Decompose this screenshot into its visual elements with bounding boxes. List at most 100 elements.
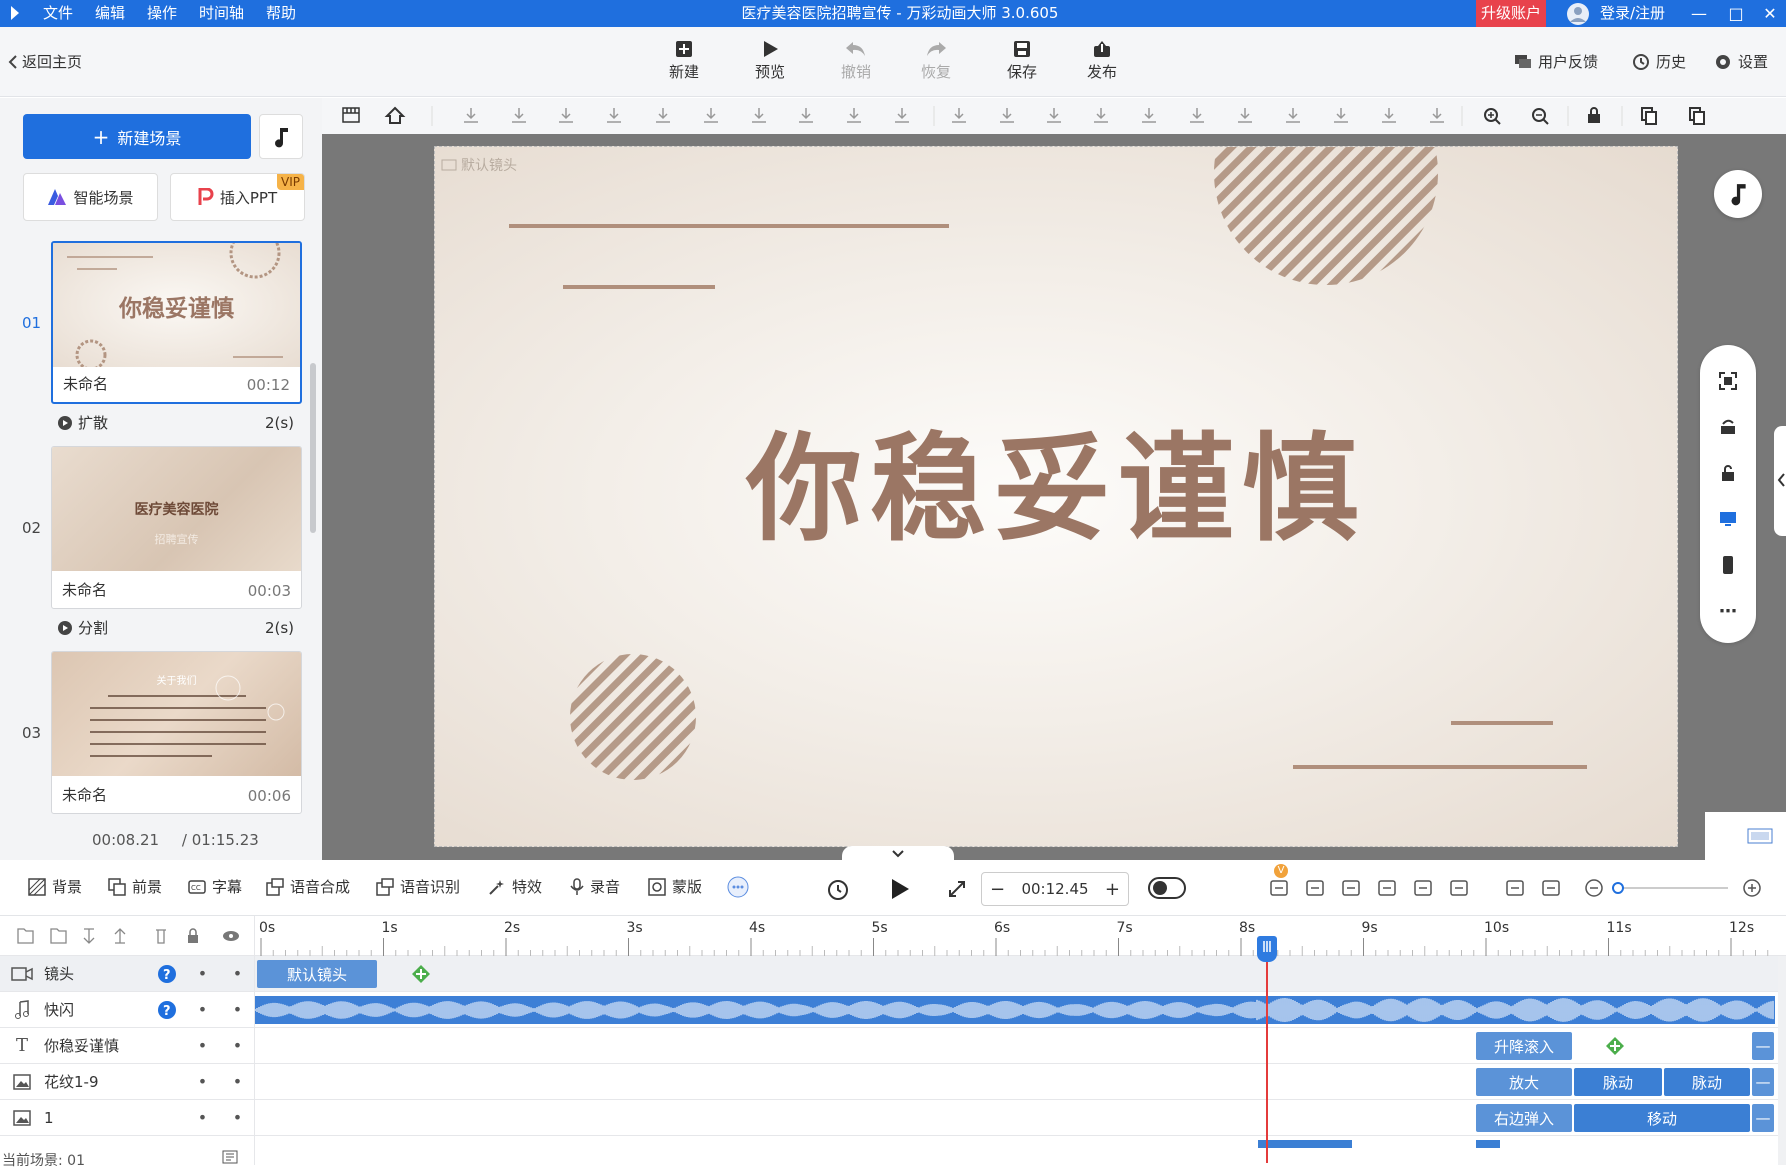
flip-vertical-icon[interactable] <box>704 108 718 123</box>
foreground-button[interactable]: 前景 <box>108 876 162 897</box>
close-icon[interactable]: ✕ <box>1755 0 1785 27</box>
move-down-icon[interactable] <box>83 928 99 944</box>
align-top-icon[interactable] <box>512 108 526 123</box>
lane-clip-partial[interactable] <box>1258 1140 1352 1148</box>
scene-stage[interactable]: 默认镜头 你稳妥谨慎 <box>434 146 1678 847</box>
playhead-handle[interactable] <box>1256 936 1277 962</box>
lane-music[interactable] <box>255 992 1786 1028</box>
timeline-toggle[interactable] <box>1148 877 1186 899</box>
lane-lens[interactable]: 默认镜头 <box>255 956 1786 992</box>
align-bottom-icon[interactable] <box>464 108 478 123</box>
plus-icon[interactable]: + <box>1105 879 1120 900</box>
upgrade-account-button[interactable]: 升级账户 <box>1476 0 1546 27</box>
add-keyframe-icon[interactable] <box>1605 1036 1625 1056</box>
back-home-button[interactable]: 返回主页 <box>8 51 82 72</box>
lock-toggle[interactable]: • <box>185 1036 220 1055</box>
visibility-toggle[interactable]: • <box>220 1072 255 1091</box>
login-register-link[interactable]: 登录/注册 <box>1600 0 1665 27</box>
rotate-icon[interactable] <box>799 108 813 123</box>
lock-toggle[interactable]: • <box>185 1072 220 1091</box>
split-icon[interactable] <box>1378 880 1396 896</box>
timeline-scrollbar[interactable] <box>1778 956 1786 1165</box>
insert-ppt-button[interactable]: 插入PPT VIP <box>170 173 305 221</box>
mobile-icon[interactable] <box>1716 553 1740 577</box>
distribute-left-icon[interactable] <box>1094 108 1108 123</box>
desktop-icon[interactable] <box>1716 507 1740 531</box>
ruler-icon[interactable] <box>342 107 360 123</box>
smart-scene-button[interactable]: 智能场景 <box>23 173 158 221</box>
stage-title-text[interactable]: 你稳妥谨慎 <box>435 395 1677 563</box>
lane-image-1[interactable]: 右边弹入 移动 — <box>255 1100 1786 1136</box>
feedback-button[interactable]: 用户反馈 <box>1514 51 1598 72</box>
minimize-icon[interactable]: — <box>1684 0 1714 27</box>
time-stepper[interactable]: − 00:12.45 + <box>981 872 1129 906</box>
trash-icon[interactable] <box>847 108 861 123</box>
fit-screen-icon[interactable] <box>1716 369 1740 393</box>
center-h-icon[interactable] <box>1286 108 1300 123</box>
bottom-align-icon[interactable] <box>1382 108 1396 123</box>
background-button[interactable]: 背景 <box>28 876 82 897</box>
paste-icon[interactable] <box>1689 107 1705 125</box>
zoom-out-icon[interactable] <box>1532 108 1549 125</box>
home-icon[interactable] <box>384 106 406 124</box>
lock-icon[interactable] <box>1716 461 1740 485</box>
middle-align-icon[interactable] <box>1430 108 1444 123</box>
track-music[interactable]: 快闪 ? • • <box>0 992 255 1028</box>
lane-pattern[interactable]: 放大 脉动 脉动 — <box>255 1064 1786 1100</box>
edit-icon[interactable] <box>1342 880 1360 896</box>
history-button[interactable]: 历史 <box>1632 51 1686 72</box>
time-stepper-value[interactable]: 00:12.45 <box>1021 880 1088 898</box>
add-keyframe-icon[interactable] <box>411 964 431 984</box>
menu-help[interactable]: 帮助 <box>266 0 296 27</box>
visibility-toggle[interactable]: • <box>220 964 255 983</box>
transition-row[interactable]: 扩散 2(s) <box>58 412 294 433</box>
settings-button[interactable]: 设置 <box>1714 51 1768 72</box>
zoom-slider-handle[interactable] <box>1612 882 1624 894</box>
page-icon[interactable] <box>222 1150 238 1164</box>
lock-toggle[interactable]: • <box>185 964 220 983</box>
effects-button[interactable]: 特效 <box>488 876 542 897</box>
transition-row[interactable]: 分割 2(s) <box>58 617 294 638</box>
right-panel-toggle[interactable] <box>1774 426 1786 536</box>
align-left-icon[interactable] <box>1190 108 1204 123</box>
expand-icon[interactable] <box>948 880 966 898</box>
lane-clip-partial[interactable] <box>1476 1140 1500 1148</box>
clip-pulse-2[interactable]: 脉动 <box>1664 1068 1750 1096</box>
new-button[interactable]: 新建 <box>654 37 714 82</box>
lock-toggle[interactable]: • <box>185 1000 220 1019</box>
top-align-icon[interactable] <box>1334 108 1348 123</box>
tts-button[interactable]: 语音合成 <box>266 876 350 897</box>
asr-button[interactable]: 语音识别 <box>376 876 460 897</box>
clip-rise-scroll-in[interactable]: 升降滚入 <box>1476 1032 1572 1060</box>
record-button[interactable]: 录音 <box>570 876 620 897</box>
distribute-v-icon[interactable] <box>1000 108 1014 123</box>
lock-toggle[interactable]: • <box>185 1108 220 1127</box>
preview-button[interactable]: 预览 <box>740 37 800 82</box>
delete-icon[interactable] <box>153 928 169 944</box>
clip-bounce-right[interactable]: 右边弹入 <box>1476 1104 1572 1132</box>
lock-icon[interactable] <box>1588 107 1600 123</box>
distribute-h-icon[interactable] <box>952 108 966 123</box>
menu-edit[interactable]: 编辑 <box>95 0 125 27</box>
user-avatar-icon[interactable] <box>1566 2 1590 26</box>
zoom-out-circle-icon[interactable] <box>1585 879 1603 897</box>
scene-music-button[interactable] <box>259 114 303 159</box>
play-icon[interactable] <box>890 878 910 900</box>
mask-button[interactable]: 蒙版 <box>648 876 702 897</box>
help-icon[interactable]: ? <box>149 1000 185 1020</box>
more-icon[interactable]: ⋯ <box>1716 599 1740 623</box>
visibility-toggle[interactable]: • <box>220 1108 255 1127</box>
clip-pulse-1[interactable]: 脉动 <box>1574 1068 1662 1096</box>
scene-panel-scrollbar[interactable] <box>310 363 316 533</box>
distribute-top-icon[interactable] <box>1047 108 1061 123</box>
lock-all-icon[interactable] <box>185 928 201 944</box>
scene-card-01[interactable]: 你稳妥谨慎 未命名 00:12 <box>51 241 302 404</box>
publish-button[interactable]: 发布 <box>1072 37 1132 82</box>
clip-zoom-in[interactable]: 放大 <box>1476 1068 1572 1096</box>
camera-snap-icon[interactable] <box>1306 880 1324 896</box>
clip-tail[interactable]: — <box>1752 1104 1774 1132</box>
settings-sliders-icon[interactable] <box>1450 880 1468 896</box>
visibility-toggle[interactable]: • <box>220 1036 255 1055</box>
replay-icon[interactable] <box>826 878 850 902</box>
app-logo-icon[interactable] <box>8 0 22 27</box>
